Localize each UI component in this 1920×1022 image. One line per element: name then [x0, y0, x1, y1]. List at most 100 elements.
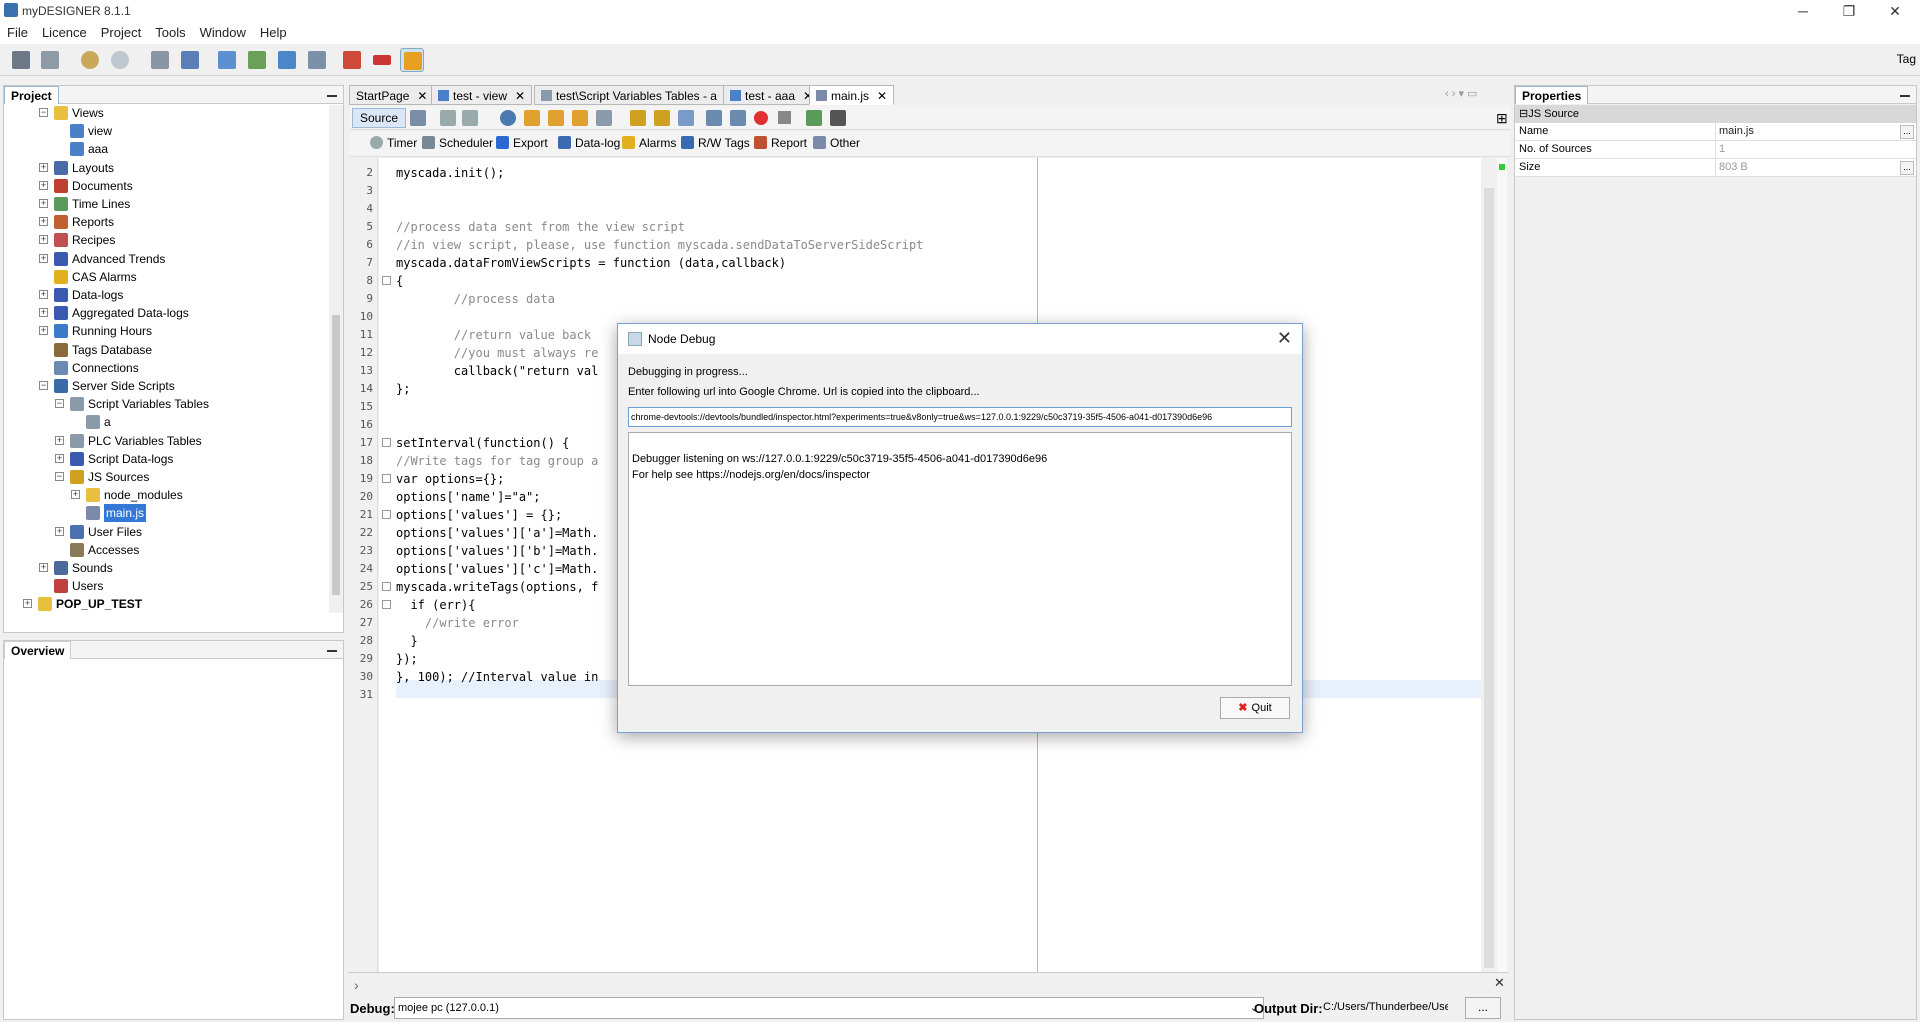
menu-licence[interactable]: Licence	[35, 22, 94, 43]
publish-icon[interactable]	[178, 48, 202, 72]
property-row[interactable]: Name main.js...	[1515, 123, 1916, 141]
expand-icon[interactable]: +	[71, 490, 80, 500]
property-row[interactable]: Size 803 B...	[1515, 159, 1916, 177]
expand-icon[interactable]: +	[55, 435, 64, 445]
close-output-icon[interactable]: ✕	[1494, 975, 1505, 991]
properties-panel-title[interactable]: Properties	[1515, 86, 1589, 104]
editor-tab[interactable]: test\Script Variables Tables - a✕	[534, 85, 743, 105]
debug-output-area[interactable]: Debugger listening on ws://127.0.0.1:922…	[628, 432, 1292, 686]
debug-run-icon[interactable]	[400, 48, 424, 72]
fold-icon[interactable]	[382, 600, 391, 609]
browse-output-dir-button[interactable]: ...	[1465, 997, 1501, 1019]
fold-icon[interactable]	[382, 474, 391, 483]
fold-icon[interactable]	[382, 510, 391, 519]
collapse-icon[interactable]: −	[55, 472, 64, 481]
close-tab-icon[interactable]: ✕	[417, 89, 427, 103]
property-row[interactable]: No. of Sources 1	[1515, 141, 1916, 159]
forward-icon[interactable]	[462, 110, 478, 126]
expand-editor-icon[interactable]: ⊞	[1496, 110, 1508, 127]
property-group[interactable]: ⊟JS Source	[1515, 105, 1916, 123]
expand-icon[interactable]: +	[39, 308, 48, 318]
fold-icon[interactable]	[382, 276, 391, 285]
find-next-icon[interactable]	[548, 110, 564, 126]
minimize-properties-icon[interactable]	[1900, 95, 1910, 97]
fold-icon[interactable]	[382, 582, 391, 591]
minimize-button[interactable]: ─	[1780, 0, 1826, 22]
expand-icon[interactable]: +	[55, 453, 64, 463]
restore-button[interactable]: ❐	[1826, 0, 1872, 22]
find-prev-icon[interactable]	[524, 110, 540, 126]
expand-icon[interactable]: +	[39, 253, 48, 263]
save-all-icon[interactable]	[38, 48, 62, 72]
quit-button[interactable]: ✖ Quit	[1220, 697, 1290, 719]
find-selection-icon[interactable]	[572, 110, 588, 126]
collapse-icon[interactable]: −	[39, 381, 48, 390]
expand-icon[interactable]: +	[39, 563, 48, 572]
data-log-button[interactable]: Data-log	[558, 136, 620, 150]
alarms-button[interactable]: Alarms	[622, 136, 676, 150]
next-bookmark-icon[interactable]	[678, 110, 694, 126]
npm-icon[interactable]	[370, 48, 394, 72]
editor-scrollbar[interactable]	[1482, 158, 1496, 976]
history-icon[interactable]	[410, 110, 426, 126]
close-tab-icon[interactable]: ✕	[515, 89, 525, 103]
menu-file[interactable]: File	[0, 22, 35, 43]
stop-macro-icon[interactable]	[778, 111, 791, 124]
expand-icon[interactable]: +	[39, 290, 48, 299]
fold-icon[interactable]	[382, 438, 391, 447]
expand-icon[interactable]: +	[39, 162, 48, 172]
toggle-highlight-icon[interactable]	[596, 110, 612, 126]
source-tab[interactable]: Source	[352, 108, 407, 128]
upload-icon[interactable]	[148, 48, 172, 72]
collapse-icon[interactable]: −	[55, 399, 64, 409]
chevron-right-icon[interactable]: ›	[354, 977, 359, 993]
other-button[interactable]: Other	[813, 136, 860, 150]
expand-icon[interactable]: +	[39, 180, 48, 190]
tab-navigation[interactable]: ‹ › ▾ ▭	[1445, 87, 1477, 100]
edit-view-icon[interactable]	[215, 48, 239, 72]
minimize-overview-icon[interactable]	[327, 650, 337, 652]
shift-right-icon[interactable]	[730, 110, 746, 126]
expand-icon[interactable]: +	[39, 217, 48, 227]
dialog-close-icon[interactable]: ✕	[1277, 328, 1292, 349]
menu-project[interactable]: Project	[94, 22, 148, 43]
comment-icon[interactable]	[806, 110, 822, 126]
save-icon[interactable]	[9, 48, 33, 72]
timer-button[interactable]: Timer	[370, 136, 417, 150]
minimize-panel-icon[interactable]	[327, 95, 337, 97]
expand-icon[interactable]: +	[39, 199, 48, 208]
expand-icon[interactable]: +	[39, 235, 48, 245]
record-macro-icon[interactable]	[754, 111, 768, 125]
scheduler-button[interactable]: Scheduler	[422, 136, 493, 150]
prev-bookmark-icon[interactable]	[654, 110, 670, 126]
close-tab-icon[interactable]: ✕	[877, 89, 887, 103]
expand-icon[interactable]: +	[23, 599, 32, 609]
project-panel-title[interactable]: Project	[4, 86, 59, 104]
uncomment-icon[interactable]	[830, 110, 846, 126]
bookmark-icon[interactable]	[630, 110, 646, 126]
add-script-icon[interactable]	[275, 48, 299, 72]
find-icon[interactable]	[500, 110, 516, 126]
export-button[interactable]: Export	[496, 136, 548, 150]
back-icon[interactable]	[440, 110, 456, 126]
editor-tab[interactable]: StartPage ✕	[349, 85, 435, 105]
delete-icon[interactable]	[340, 48, 364, 72]
menu-window[interactable]: Window	[193, 22, 253, 43]
shift-left-icon[interactable]	[706, 110, 722, 126]
close-window-button[interactable]: ✕	[1872, 0, 1918, 22]
editor-tab[interactable]: test - aaa✕	[723, 85, 821, 105]
menu-tools[interactable]: Tools	[148, 22, 192, 43]
editor-tab[interactable]: main.js ✕	[809, 85, 895, 105]
debug-target-select[interactable]: mojee pc (127.0.0.1) ⌄	[394, 997, 1264, 1019]
redo-icon[interactable]	[108, 48, 132, 72]
undo-icon[interactable]	[78, 48, 102, 72]
report-button[interactable]: Report	[754, 136, 807, 150]
property-edit-button[interactable]: ...	[1900, 125, 1914, 139]
expand-icon[interactable]: +	[55, 526, 64, 536]
expand-icon[interactable]: +	[39, 326, 48, 336]
overview-panel-title[interactable]: Overview	[4, 641, 72, 659]
editor-tab[interactable]: test - view ✕	[431, 85, 533, 105]
settings-icon[interactable]	[305, 48, 329, 72]
menu-help[interactable]: Help	[253, 22, 294, 43]
property-edit-button[interactable]: ...	[1900, 161, 1914, 175]
